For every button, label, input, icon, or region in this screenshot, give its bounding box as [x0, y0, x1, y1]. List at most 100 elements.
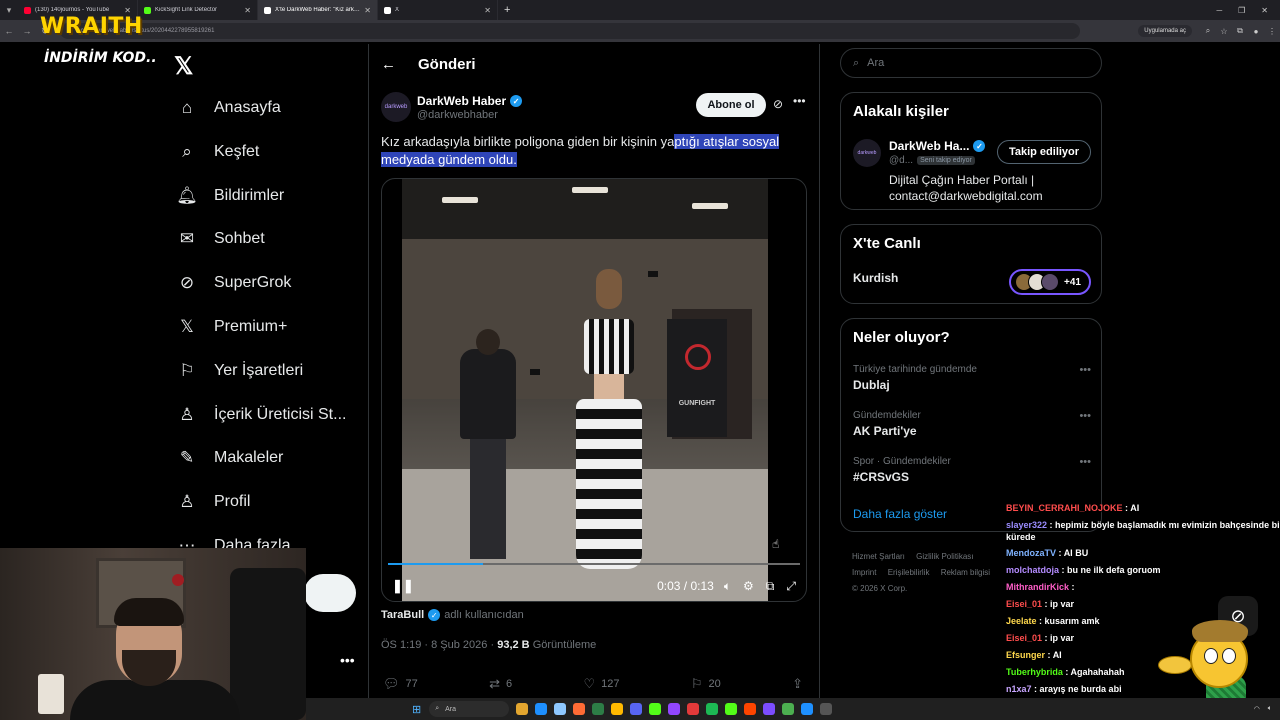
taskbar-app-icon[interactable] — [516, 703, 529, 715]
search-box[interactable]: ⌕ Ara — [840, 48, 1102, 78]
taskbar-app-icon[interactable] — [725, 703, 738, 715]
taskbar-app-icon[interactable] — [706, 703, 719, 715]
tab-list-icon[interactable]: ▾ — [0, 5, 18, 16]
nav-item-yer-i-şaretleri[interactable]: ⚐ Yer İşaretleri — [176, 351, 303, 391]
taskbar-app-icon[interactable] — [554, 703, 567, 715]
following-button[interactable]: Takip ediliyor — [997, 140, 1091, 164]
nav-item-makaleler[interactable]: ✎ Makaleler — [176, 438, 283, 478]
subscribe-button[interactable]: Abone ol — [696, 93, 766, 117]
footer-link[interactable]: Reklam bilgisi — [941, 568, 990, 577]
taskbar-search[interactable]: ⌕ Ara — [429, 701, 510, 717]
author-name[interactable]: DarkWeb Haber ✓ — [417, 94, 523, 108]
restore-icon[interactable]: ❐ — [1238, 6, 1245, 15]
taskbar-app-icon[interactable] — [763, 703, 776, 715]
chat-username[interactable]: Eisei_01 — [1006, 633, 1042, 643]
trend-more-icon[interactable]: ••• — [1079, 410, 1091, 422]
menu-icon[interactable]: ⋮ — [1264, 27, 1280, 36]
new-tab-button[interactable]: + — [504, 4, 510, 16]
post-more-icon[interactable]: ••• — [793, 94, 806, 108]
picture-in-picture-icon[interactable]: ⧉ — [766, 579, 775, 594]
nav-item-keşfet[interactable]: ⌕ Keşfet — [176, 132, 259, 172]
reply-button[interactable]: 💬︎ 77 — [383, 676, 418, 692]
chat-username[interactable]: Jeelate — [1006, 616, 1037, 626]
footer-link[interactable]: Gizlilik Politikası — [916, 552, 973, 561]
back-arrow-icon[interactable]: ← — [381, 56, 396, 73]
tab-close-icon[interactable]: ✕ — [364, 6, 371, 15]
footer-link[interactable]: Erişilebilirlik — [888, 568, 930, 577]
back-nav-icon[interactable]: ← — [0, 26, 18, 36]
post-button[interactable] — [304, 574, 356, 612]
nav-item-supergrok[interactable]: ⊘ SuperGrok — [176, 263, 292, 303]
tab-close-icon[interactable]: ✕ — [484, 6, 491, 15]
related-avatar[interactable]: darkweb — [853, 139, 881, 167]
star-icon[interactable]: ☆ — [1216, 27, 1232, 36]
close-icon[interactable]: ✕ — [1261, 6, 1268, 15]
like-button[interactable]: ♡ 127 — [583, 676, 619, 692]
trend-more-icon[interactable]: ••• — [1079, 456, 1091, 468]
windows-start-icon[interactable]: ⊞ — [412, 703, 421, 716]
browser-tab[interactable]: KickSight Link Detector ✕ — [138, 0, 258, 20]
taskbar-app-icon[interactable] — [801, 703, 814, 715]
trend-item[interactable]: Spor · Gündemdekiler #CRSvGS ••• — [853, 456, 1091, 484]
taskbar-app-icon[interactable] — [611, 703, 624, 715]
taskbar-app-icon[interactable] — [782, 703, 795, 715]
extensions-icon[interactable]: ⧉ — [1232, 26, 1248, 36]
chat-username[interactable]: BEYIN_CERRAHI_NOJOKE — [1006, 503, 1123, 513]
chat-username[interactable]: n1xa7 — [1006, 684, 1032, 694]
nav-item-bildirimler[interactable]: 🔔︎ Bildirimler — [176, 176, 284, 216]
taskbar-app-icon[interactable] — [535, 703, 548, 715]
grok-icon[interactable]: ⊘ — [773, 97, 783, 111]
mute-icon[interactable]: 🔈︎ — [724, 579, 731, 594]
chat-username[interactable]: Eisei_01 — [1006, 599, 1042, 609]
related-handle-text[interactable]: @d... — [889, 155, 913, 166]
taskbar-app-icon[interactable] — [820, 703, 833, 715]
pause-icon[interactable]: ❚❚ — [392, 578, 414, 594]
chat-username[interactable]: MithrandirKick — [1006, 582, 1069, 592]
author-avatar[interactable]: darkweb — [381, 92, 411, 122]
taskbar-app-icon[interactable] — [668, 703, 681, 715]
live-avatars[interactable]: +41 — [1009, 269, 1091, 295]
chat-username[interactable]: molchatdoja — [1006, 565, 1059, 575]
trend-item[interactable]: Gündemdekiler AK Parti'ye ••• — [853, 410, 1091, 438]
taskbar-app-icon[interactable] — [630, 703, 643, 715]
nav-item-sohbet[interactable]: ✉ Sohbet — [176, 219, 265, 259]
attribution-user[interactable]: TaraBull — [381, 609, 424, 621]
address-bar[interactable]: x.com/darkwebhaber/status/20204422789558… — [60, 23, 1080, 39]
share-button[interactable]: ⇪ — [792, 676, 803, 692]
nav-item-premium-[interactable]: 𝕏 Premium+ — [176, 307, 287, 347]
chat-username[interactable]: Efsunger — [1006, 650, 1045, 660]
footer-link[interactable]: Hizmet Şartları — [852, 552, 905, 561]
volume-icon[interactable]: 🔈︎ — [1268, 705, 1272, 713]
taskbar-app-icon[interactable] — [649, 703, 662, 715]
profile-icon[interactable]: ● — [1248, 27, 1264, 36]
chat-username[interactable]: slayer322 — [1006, 520, 1047, 530]
chat-username[interactable]: Tuberhybrida — [1006, 667, 1063, 677]
minimize-icon[interactable]: ─ — [1216, 6, 1222, 15]
trend-more-icon[interactable]: ••• — [1079, 364, 1091, 376]
bookmark-button[interactable]: ⚐ 20 — [691, 676, 721, 692]
taskbar-app-icon[interactable] — [573, 703, 586, 715]
browser-tab[interactable]: X'te DarkWeb Haber: "Kız arkad... ✕ — [258, 0, 378, 20]
open-in-app-button[interactable]: Uygulamada aç — [1138, 25, 1192, 37]
taskbar-app-icon[interactable] — [687, 703, 700, 715]
trend-item[interactable]: Türkiye tarihinde gündemde Dublaj ••• — [853, 364, 1091, 392]
taskbar-app-icon[interactable] — [592, 703, 605, 715]
nav-item-anasayfa[interactable]: ⌂ Anasayfa — [176, 88, 281, 128]
settings-gear-icon[interactable]: ⚙ — [743, 579, 754, 593]
chat-username[interactable]: MendozaTV — [1006, 548, 1056, 558]
related-name[interactable]: DarkWeb Ha... ✓ — [889, 139, 986, 153]
footer-link[interactable]: Imprint — [852, 568, 876, 577]
tab-close-icon[interactable]: ✕ — [244, 6, 251, 15]
nav-item-profil[interactable]: ♙ Profil — [176, 482, 250, 522]
forward-nav-icon[interactable]: → — [18, 26, 36, 36]
wifi-icon[interactable]: ◠ — [1254, 705, 1260, 713]
video-frame[interactable]: GUNFIGHT — [402, 179, 768, 601]
post-timestamp[interactable]: ÖS 1:19 · 8 Şub 2026 · — [381, 639, 494, 651]
account-menu-icon[interactable]: ••• — [340, 652, 355, 668]
fullscreen-icon[interactable]: ⤢ — [786, 579, 796, 594]
x-logo-icon[interactable]: 𝕏 — [174, 52, 193, 81]
video-progress-bar[interactable] — [388, 563, 800, 565]
nav-item-i-çerik-üreticisi-st-[interactable]: ♙ İçerik Üreticisi St... — [176, 395, 346, 435]
repost-button[interactable]: ⇄ 6 — [489, 676, 512, 692]
live-topic[interactable]: Kurdish — [853, 271, 898, 285]
